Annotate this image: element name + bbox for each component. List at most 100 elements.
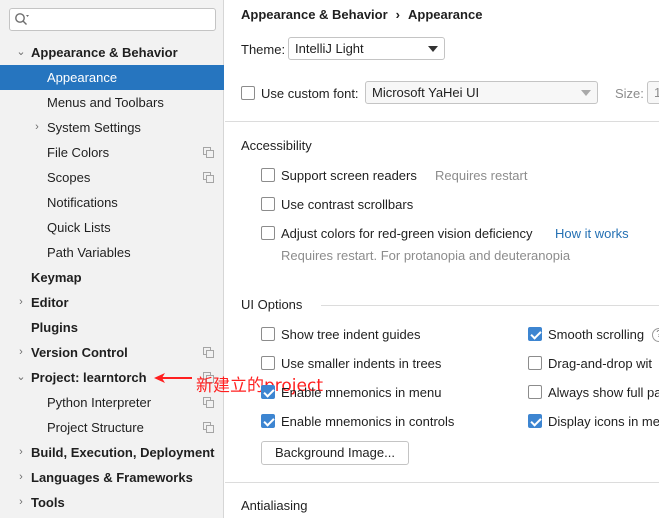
sidebar-item-label: Build, Execution, Deployment [31, 445, 215, 460]
sidebar-item-label: Version Control [31, 345, 128, 360]
sidebar-item[interactable]: File Colors [0, 140, 224, 165]
sidebar-item[interactable]: › Version Control [0, 340, 224, 365]
sidebar-item-label: Languages & Frameworks [31, 470, 193, 485]
project-level-icon [203, 422, 214, 433]
settings-content: Appearance & Behavior › Appearance Theme: … [225, 0, 659, 518]
help-icon[interactable]: ? [652, 328, 659, 342]
sidebar-item-label: Appearance & Behavior [31, 45, 178, 60]
sidebar-item[interactable]: Keymap [0, 265, 224, 290]
project-level-icon [203, 347, 214, 358]
chevron-right-icon[interactable]: › [15, 290, 27, 315]
annotation-arrow [154, 373, 192, 383]
accessibility-title: Accessibility [241, 138, 312, 153]
settings-sidebar: ⌄ Appearance & Behavior Appearance Menus an… [0, 0, 224, 518]
sidebar-item[interactable]: › Languages & Frameworks [0, 465, 224, 490]
tree-indent-checkbox[interactable] [261, 327, 275, 341]
font-dropdown[interactable]: Microsoft YaHei UI [365, 81, 598, 104]
project-level-icon [203, 147, 214, 158]
drag-drop-checkbox[interactable] [528, 356, 542, 370]
chevron-right-icon[interactable]: › [15, 465, 27, 490]
sidebar-item-label: Scopes [47, 170, 91, 185]
screen-readers-checkbox[interactable] [261, 168, 275, 182]
mnemonics-menu-label: Enable mnemonics in menu [281, 385, 442, 400]
divider [225, 121, 659, 122]
font-size-field[interactable]: 1 [647, 81, 659, 104]
sidebar-item[interactable]: Plugins [0, 315, 224, 340]
sidebar-item[interactable]: Quick Lists [0, 215, 224, 240]
project-level-icon [203, 397, 214, 408]
display-icons-label: Display icons in me [548, 414, 659, 429]
adjust-colors-label: Adjust colors for red-green vision defic… [281, 226, 533, 241]
mnemonics-controls-label: Enable mnemonics in controls [281, 414, 455, 429]
breadcrumb-current: Appearance [408, 7, 483, 22]
sidebar-item[interactable]: › Build, Execution, Deployment [0, 440, 224, 465]
contrast-scrollbars-label: Use contrast scrollbars [281, 197, 414, 212]
sidebar-item-label: Project Structure [47, 420, 144, 435]
adjust-colors-hint: Requires restart. For protanopia and deu… [281, 248, 571, 263]
sidebar-item[interactable]: Project Structure [0, 415, 224, 440]
smooth-scrolling-label: Smooth scrolling [548, 327, 645, 342]
sidebar-item-label: Path Variables [47, 245, 131, 260]
sidebar-item[interactable]: Menus and Toolbars [0, 90, 224, 115]
chevron-right-icon[interactable]: › [15, 340, 27, 365]
contrast-scrollbars-checkbox[interactable] [261, 197, 275, 211]
sidebar-item[interactable]: › System Settings [0, 115, 224, 140]
sidebar-item-label: Menus and Toolbars [47, 95, 164, 110]
sidebar-item[interactable]: Python Interpreter [0, 390, 224, 415]
how-it-works-link[interactable]: How it works [555, 226, 629, 241]
sidebar-item[interactable]: Scopes [0, 165, 224, 190]
tree-indent-label: Show tree indent guides [281, 327, 421, 342]
chevron-down-icon[interactable]: ⌄ [15, 40, 27, 65]
antialiasing-title: Antialiasing [241, 498, 308, 513]
sidebar-item-label: Python Interpreter [47, 395, 152, 410]
chevron-down-icon [581, 90, 591, 96]
breadcrumb-separator: › [395, 7, 401, 22]
sidebar-item-label: Notifications [47, 195, 118, 210]
theme-label: Theme: [241, 42, 286, 57]
sidebar-item-label: Plugins [31, 320, 78, 335]
settings-search-field[interactable] [9, 8, 216, 31]
sidebar-item[interactable]: Path Variables [0, 240, 224, 265]
custom-font-label: Use custom font: [261, 86, 359, 101]
sidebar-item-label: System Settings [47, 120, 141, 135]
always-show-label: Always show full pa [548, 385, 659, 400]
font-value: Microsoft YaHei UI [372, 85, 480, 100]
sidebar-item-label: File Colors [47, 145, 110, 160]
sidebar-item-label: Tools [31, 495, 65, 510]
sidebar-item-label: Editor [31, 295, 69, 310]
screen-readers-label: Support screen readers [281, 168, 417, 183]
adjust-colors-checkbox[interactable] [261, 226, 275, 240]
chevron-down-icon [428, 46, 438, 52]
chevron-right-icon[interactable]: › [15, 490, 27, 515]
display-icons-checkbox[interactable] [528, 414, 542, 428]
settings-search-input[interactable] [32, 11, 212, 28]
background-image-button[interactable]: Background Image... [261, 441, 409, 465]
smooth-scrolling-checkbox[interactable] [528, 327, 542, 341]
font-size-value: 1 [654, 85, 659, 100]
chevron-right-icon[interactable]: › [31, 115, 43, 140]
chevron-right-icon[interactable]: › [15, 440, 27, 465]
custom-font-checkbox[interactable] [241, 86, 255, 100]
mnemonics-controls-checkbox[interactable] [261, 414, 275, 428]
drag-drop-label: Drag-and-drop wit [548, 356, 653, 371]
smaller-indents-checkbox[interactable] [261, 356, 275, 370]
chevron-down-icon[interactable]: ⌄ [15, 365, 27, 390]
sidebar-item[interactable]: › Tools [0, 490, 224, 515]
smaller-indents-label: Use smaller indents in trees [281, 356, 442, 371]
breadcrumb-parent[interactable]: Appearance & Behavior [241, 7, 388, 22]
font-size-label: Size: [615, 86, 644, 101]
theme-value: IntelliJ Light [295, 41, 364, 56]
sidebar-item[interactable]: › Editor [0, 290, 224, 315]
divider [225, 482, 659, 483]
sidebar-item[interactable]: Appearance [0, 65, 224, 90]
divider [321, 305, 659, 306]
sidebar-item[interactable]: Notifications [0, 190, 224, 215]
search-icon [15, 13, 29, 25]
always-show-checkbox[interactable] [528, 385, 542, 399]
mnemonics-menu-checkbox[interactable] [261, 385, 275, 399]
screen-readers-hint: Requires restart [435, 168, 528, 183]
theme-dropdown[interactable]: IntelliJ Light [288, 37, 445, 60]
sidebar-item-label: Keymap [31, 270, 82, 285]
breadcrumb: Appearance & Behavior › Appearance [241, 7, 482, 22]
sidebar-item[interactable]: ⌄ Appearance & Behavior [0, 40, 224, 65]
